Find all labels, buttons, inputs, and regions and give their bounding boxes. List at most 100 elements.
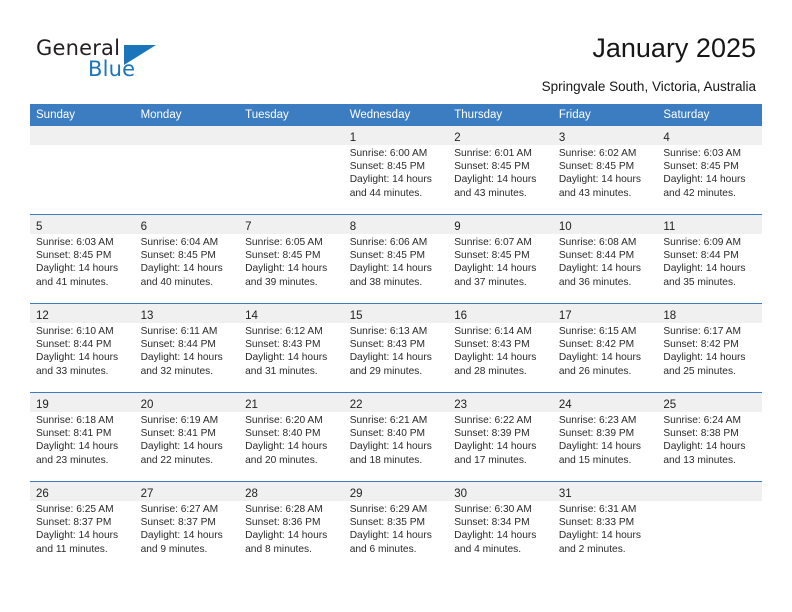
calendar-week-row: 1 Sunrise: 6:00 AM Sunset: 8:45 PM Daylight… — [30, 126, 762, 215]
daylight-text-line2: and 33 minutes. — [36, 365, 109, 377]
calendar-day-cell[interactable]: 13 Sunrise: 6:11 AM Sunset: 8:44 PM Dayligh… — [134, 303, 240, 393]
daylight-text-line1: Daylight: 14 hours — [140, 530, 223, 542]
calendar-day-cell[interactable]: 27 Sunrise: 6:27 AM Sunset: 8:37 PM Dayligh… — [134, 481, 240, 570]
calendar-day-cell[interactable]: 2 Sunrise: 6:01 AM Sunset: 8:45 PM Daylight… — [448, 126, 553, 215]
calendar-day-cell[interactable]: 21 Sunrise: 6:20 AM Sunset: 8:40 PM Dayligh… — [239, 392, 344, 482]
day-number-band: 11 — [657, 215, 762, 234]
calendar-day-cell[interactable]: 4 Sunrise: 6:03 AM Sunset: 8:45 PM Daylight… — [657, 126, 762, 215]
calendar-day-cell[interactable]: 24 Sunrise: 6:23 AM Sunset: 8:39 PM Dayligh… — [552, 392, 658, 482]
calendar-week-row: 12 Sunrise: 6:10 AM Sunset: 8:44 PM Dayligh… — [30, 303, 762, 393]
weekday-header-saturday: Saturday — [657, 104, 762, 126]
sunset-text: Sunset: 8:36 PM — [245, 517, 321, 529]
day-details: Sunrise: 6:19 AM Sunset: 8:41 PM Daylight:… — [135, 412, 240, 467]
calendar-day-cell[interactable]: 12 Sunrise: 6:10 AM Sunset: 8:44 PM Dayligh… — [30, 303, 135, 393]
sunrise-text: Sunrise: 6:06 AM — [349, 237, 428, 248]
calendar-day-cell[interactable]: 6 Sunrise: 6:04 AM Sunset: 8:45 PM Daylight… — [134, 214, 240, 304]
day-number: 4 — [663, 132, 670, 144]
sunrise-text: Sunrise: 6:12 AM — [245, 326, 323, 337]
daylight-text-line2: and 11 minutes. — [36, 543, 108, 555]
day-details: Sunrise: 6:31 AM Sunset: 8:33 PM Daylight:… — [553, 501, 658, 556]
day-details: Sunrise: 6:06 AM Sunset: 8:45 PM Daylight:… — [344, 234, 449, 289]
sunrise-text: Sunrise: 6:19 AM — [140, 415, 219, 426]
daylight-text-line2: and 32 minutes. — [140, 365, 214, 377]
daylight-text-line2: and 35 minutes. — [663, 276, 736, 288]
daylight-text-line2: and 37 minutes. — [454, 276, 527, 288]
day-number-band: 27 — [134, 482, 240, 501]
day-number: 31 — [558, 488, 572, 500]
day-number: 7 — [245, 221, 252, 233]
day-details: Sunrise: 6:30 AM Sunset: 8:34 PM Daylight:… — [448, 501, 553, 556]
day-number: 15 — [349, 310, 363, 322]
daylight-text-line2: and 43 minutes. — [454, 187, 527, 199]
calendar-day-cell[interactable]: 26 Sunrise: 6:25 AM Sunset: 8:37 PM Dayligh… — [30, 481, 135, 570]
calendar-day-cell[interactable]: 14 Sunrise: 6:12 AM Sunset: 8:43 PM Dayligh… — [239, 303, 344, 393]
day-details — [30, 145, 135, 147]
sunrise-text: Sunrise: 6:18 AM — [36, 415, 114, 426]
sunset-text: Sunset: 8:45 PM — [454, 250, 530, 262]
general-blue-logo: General Blue — [36, 36, 176, 88]
day-details: Sunrise: 6:14 AM Sunset: 8:43 PM Daylight:… — [448, 323, 553, 378]
calendar-day-cell[interactable]: 5 Sunrise: 6:03 AM Sunset: 8:45 PM Daylight… — [30, 214, 135, 304]
calendar-day-cell[interactable]: 3 Sunrise: 6:02 AM Sunset: 8:45 PM Daylight… — [552, 126, 658, 215]
day-details: Sunrise: 6:15 AM Sunset: 8:42 PM Daylight:… — [553, 323, 658, 378]
sunrise-text: Sunrise: 6:11 AM — [140, 326, 218, 337]
calendar-week-row: 5 Sunrise: 6:03 AM Sunset: 8:45 PM Daylight… — [30, 214, 762, 304]
daylight-text-line2: and 25 minutes. — [663, 365, 736, 377]
calendar-day-cell[interactable]: 16 Sunrise: 6:14 AM Sunset: 8:43 PM Dayligh… — [448, 303, 553, 393]
calendar-day-cell[interactable]: 1 Sunrise: 6:00 AM Sunset: 8:45 PM Daylight… — [343, 126, 449, 215]
sunset-text: Sunset: 8:45 PM — [663, 161, 739, 173]
logo-text-blue: Blue — [88, 57, 136, 81]
calendar-day-cell[interactable]: 20 Sunrise: 6:19 AM Sunset: 8:41 PM Dayligh… — [134, 392, 240, 482]
day-details: Sunrise: 6:00 AM Sunset: 8:45 PM Daylight:… — [344, 145, 449, 200]
daylight-text-line2: and 38 minutes. — [349, 276, 423, 288]
calendar-day-cell[interactable]: 8 Sunrise: 6:06 AM Sunset: 8:45 PM Daylight… — [343, 214, 449, 304]
daylight-text-line1: Daylight: 14 hours — [454, 263, 537, 275]
calendar-day-cell[interactable]: 28 Sunrise: 6:28 AM Sunset: 8:36 PM Dayligh… — [239, 481, 344, 570]
calendar-day-cell[interactable]: 15 Sunrise: 6:13 AM Sunset: 8:43 PM Dayligh… — [343, 303, 449, 393]
calendar-day-cell[interactable]: 22 Sunrise: 6:21 AM Sunset: 8:40 PM Dayligh… — [343, 392, 449, 482]
calendar-day-cell[interactable]: 19 Sunrise: 6:18 AM Sunset: 8:41 PM Dayligh… — [30, 392, 135, 482]
day-details: Sunrise: 6:10 AM Sunset: 8:44 PM Daylight:… — [30, 323, 135, 378]
daylight-text-line1: Daylight: 14 hours — [663, 441, 746, 453]
calendar-day-cell[interactable]: 30 Sunrise: 6:30 AM Sunset: 8:34 PM Dayligh… — [448, 481, 553, 570]
day-number-band — [239, 126, 344, 145]
calendar-body: 1 Sunrise: 6:00 AM Sunset: 8:45 PM Daylight… — [30, 126, 762, 570]
calendar-grid: Sunday Monday Tuesday Wednesday Thursday… — [30, 104, 762, 570]
daylight-text-line2: and 8 minutes. — [245, 543, 312, 555]
day-number: 6 — [140, 221, 147, 233]
day-number-band: 16 — [448, 304, 553, 323]
calendar-day-cell-empty — [239, 126, 344, 215]
daylight-text-line2: and 13 minutes. — [663, 454, 736, 466]
day-number: 18 — [663, 310, 677, 322]
sunrise-text: Sunrise: 6:10 AM — [36, 326, 114, 337]
calendar-day-cell[interactable]: 17 Sunrise: 6:15 AM Sunset: 8:42 PM Dayligh… — [552, 303, 658, 393]
daylight-text-line2: and 36 minutes. — [558, 276, 632, 288]
day-number-band: 14 — [239, 304, 344, 323]
daylight-text-line2: and 4 minutes. — [454, 543, 522, 555]
daylight-text-line1: Daylight: 14 hours — [140, 441, 223, 453]
calendar-day-cell[interactable]: 25 Sunrise: 6:24 AM Sunset: 8:38 PM Dayligh… — [657, 392, 762, 482]
day-number: 24 — [558, 399, 572, 411]
calendar-day-cell[interactable]: 10 Sunrise: 6:08 AM Sunset: 8:44 PM Dayligh… — [552, 214, 658, 304]
calendar-day-cell[interactable]: 31 Sunrise: 6:31 AM Sunset: 8:33 PM Dayligh… — [552, 481, 658, 570]
calendar-day-cell[interactable]: 29 Sunrise: 6:29 AM Sunset: 8:35 PM Dayligh… — [343, 481, 449, 570]
page-title: January 2025 — [592, 33, 756, 63]
calendar-day-cell[interactable]: 7 Sunrise: 6:05 AM Sunset: 8:45 PM Daylight… — [239, 214, 344, 304]
calendar-day-cell[interactable]: 9 Sunrise: 6:07 AM Sunset: 8:45 PM Daylight… — [448, 214, 553, 304]
calendar-day-cell[interactable]: 11 Sunrise: 6:09 AM Sunset: 8:44 PM Dayligh… — [657, 214, 762, 304]
day-number-band: 13 — [134, 304, 240, 323]
day-number-band: 9 — [448, 215, 553, 234]
daylight-text-line1: Daylight: 14 hours — [36, 441, 119, 453]
sunrise-text: Sunrise: 6:00 AM — [349, 148, 428, 159]
day-number-band: 12 — [30, 304, 135, 323]
day-number-band — [134, 126, 240, 145]
daylight-text-line1: Daylight: 14 hours — [558, 174, 641, 186]
day-number: 19 — [36, 399, 49, 411]
calendar-day-cell[interactable]: 18 Sunrise: 6:17 AM Sunset: 8:42 PM Dayligh… — [657, 303, 762, 393]
sunset-text: Sunset: 8:40 PM — [349, 428, 426, 440]
day-number-band: 4 — [657, 126, 762, 145]
day-details: Sunrise: 6:07 AM Sunset: 8:45 PM Daylight:… — [448, 234, 553, 289]
day-details: Sunrise: 6:25 AM Sunset: 8:37 PM Daylight:… — [30, 501, 135, 556]
calendar-day-cell[interactable]: 23 Sunrise: 6:22 AM Sunset: 8:39 PM Dayligh… — [448, 392, 553, 482]
sunset-text: Sunset: 8:45 PM — [245, 250, 321, 262]
